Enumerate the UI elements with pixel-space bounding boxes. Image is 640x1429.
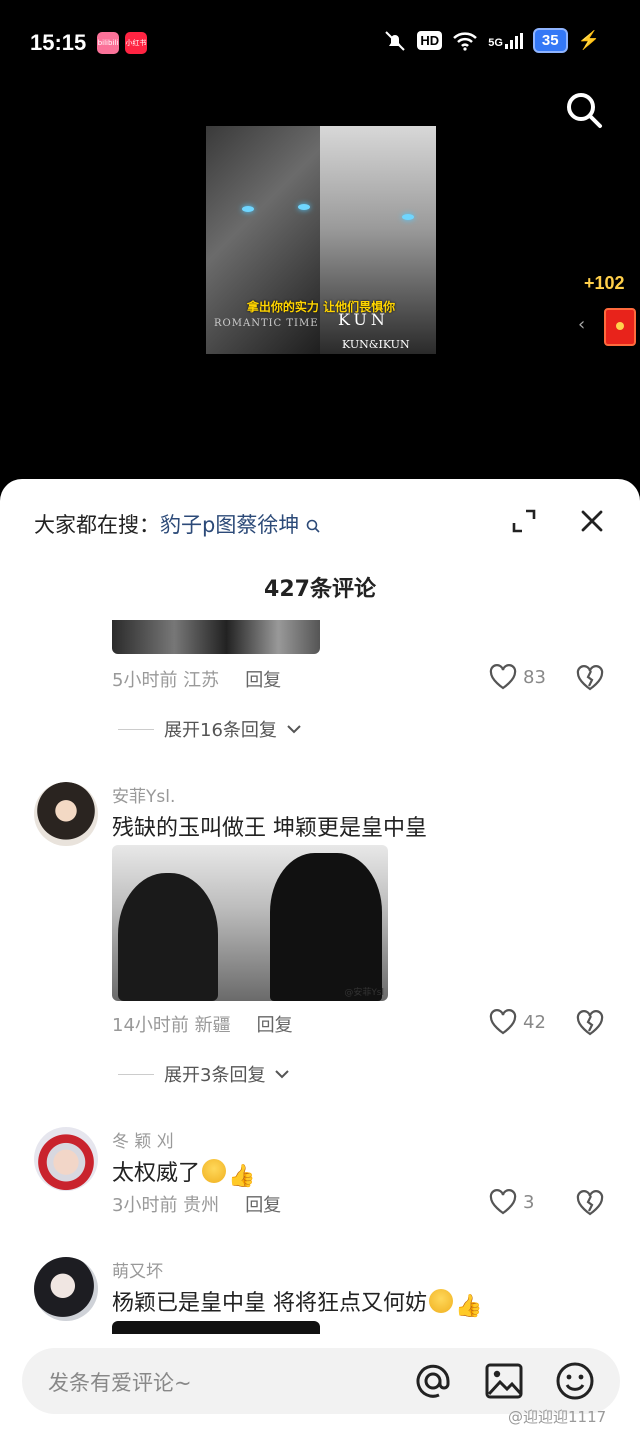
comment-text: 杨颖已是皇中皇 将将狂点又何妨 👍 — [112, 1285, 482, 1319]
comment-time-location: 14小时前 新疆 — [112, 1015, 231, 1036]
reply-button[interactable]: 回复 — [245, 1195, 281, 1216]
divider-line — [118, 728, 154, 730]
eye-glow — [402, 214, 414, 220]
thumbs-up-emoji: 👍 — [455, 1294, 483, 1319]
comment-text: 太权威了 👍 — [112, 1155, 255, 1189]
status-time: 15:15 — [30, 30, 87, 55]
eye-glow — [298, 204, 310, 210]
comment-meta: 14小时前 新疆 回复 — [112, 1011, 293, 1037]
grinning-face-emoji — [429, 1289, 453, 1313]
comment-time-location: 5小时前 江苏 — [112, 670, 220, 691]
expand-replies-label: 展开16条回复 — [164, 720, 277, 741]
comment-image[interactable] — [112, 620, 320, 654]
chevron-down-icon — [287, 725, 301, 734]
avatar[interactable] — [34, 1127, 98, 1191]
reply-button[interactable]: 回复 — [245, 670, 281, 691]
comment-time-location: 3小时前 贵州 — [112, 1195, 220, 1216]
mention-icon[interactable] — [412, 1360, 454, 1402]
like-button[interactable]: 42 — [489, 1009, 546, 1035]
battery-indicator: 35 — [532, 28, 568, 53]
expand-icon[interactable] — [510, 507, 538, 535]
charging-bolt-icon: ⚡ — [577, 30, 600, 50]
trending-prefix: 大家都在搜： — [34, 513, 160, 537]
expand-replies-button[interactable]: 展开16条回复 — [118, 716, 301, 742]
image-figure — [270, 853, 382, 1001]
comment-meta: 5小时前 江苏 回复 — [112, 666, 281, 692]
emoji-picker-icon[interactable] — [554, 1360, 596, 1402]
comment-username[interactable]: 萌又坏 — [112, 1257, 163, 1282]
like-count: 83 — [523, 666, 546, 688]
comment-image[interactable]: @安菲Ysl — [112, 845, 388, 1001]
wifi-icon — [453, 31, 478, 51]
chevron-left-icon[interactable]: ‹ — [578, 314, 585, 335]
weibo-watermark: @迎迎迎1117 — [508, 1408, 607, 1426]
like-count: 42 — [523, 1011, 546, 1033]
divider-line — [118, 1073, 154, 1075]
broken-heart-icon[interactable] — [576, 1189, 604, 1217]
trending-search[interactable]: 大家都在搜：豹子p图蔡徐坤 — [34, 509, 320, 539]
video-right-subtext: KUN&IKUN — [342, 338, 410, 351]
comment-list[interactable]: 5小时前 江苏 回复 83 展开16条回复 安菲Ysl. 残缺的玉叫做王 坤颖更是… — [0, 620, 640, 1334]
thumbs-up-emoji: 👍 — [228, 1164, 256, 1189]
close-icon[interactable] — [578, 507, 606, 535]
crying-face-emoji — [202, 1159, 227, 1183]
expand-replies-label: 展开3条回复 — [164, 1065, 266, 1086]
heart-icon — [489, 1189, 517, 1215]
like-count: 3 — [523, 1191, 535, 1213]
comment-input[interactable]: 发条有爱评论~ — [22, 1348, 620, 1414]
reply-button[interactable]: 回复 — [257, 1015, 293, 1036]
hd-icon: HD — [417, 31, 443, 50]
comment-username[interactable]: 冬 颖 刈 — [112, 1127, 174, 1152]
heart-icon — [489, 664, 517, 690]
search-icon[interactable] — [564, 90, 604, 130]
chevron-down-icon — [275, 1070, 290, 1079]
status-bar: 15:15 bilibili 小红书 HD 5G 35 ⚡ — [0, 0, 640, 86]
eye-glow — [242, 206, 254, 212]
video-frame[interactable]: 拿出你的实力 让他们畏惧你 ROMANTIC TIME KUN KUN&IKUN — [206, 126, 436, 354]
image-figure — [118, 873, 218, 1001]
red-packet-icon[interactable] — [604, 308, 636, 346]
signal-icon — [504, 32, 523, 49]
like-button[interactable]: 83 — [489, 664, 546, 690]
mute-bell-icon — [385, 30, 406, 51]
comment-text-body: 太权威了 — [112, 1161, 201, 1186]
search-icon — [306, 519, 320, 533]
heart-icon — [489, 1009, 517, 1035]
bilibili-app-icon: bilibili — [97, 32, 119, 54]
broken-heart-icon[interactable] — [576, 1009, 604, 1037]
avatar[interactable] — [34, 1257, 98, 1321]
video-caption: 拿出你的实力 让他们畏惧你 — [246, 300, 396, 314]
reward-amount: +102 — [584, 273, 625, 293]
network-type-label: 5G — [488, 36, 503, 49]
comment-text: 残缺的玉叫做王 坤颖更是皇中皇 — [112, 816, 427, 841]
xiaohongshu-app-icon: 小红书 — [125, 32, 147, 54]
like-button[interactable]: 3 — [489, 1189, 534, 1215]
comment-input-placeholder: 发条有爱评论~ — [48, 1371, 192, 1395]
video-right-text: KUN — [338, 310, 389, 329]
comment-sheet: 大家都在搜：豹子p图蔡徐坤 427条评论 5小时前 江苏 回复 83 展开16条回… — [0, 479, 640, 1429]
comment-text-body: 杨颖已是皇中皇 将将狂点又何妨 — [112, 1291, 427, 1316]
comment-image[interactable] — [112, 1321, 320, 1334]
comment-meta: 3小时前 贵州 回复 — [112, 1191, 281, 1217]
comment-count-title: 427条评论 — [264, 577, 376, 602]
image-picker-icon[interactable] — [483, 1360, 525, 1402]
expand-replies-button[interactable]: 展开3条回复 — [118, 1061, 290, 1087]
image-watermark: @安菲Ysl — [344, 988, 384, 998]
trending-keyword[interactable]: 豹子p图蔡徐坤 — [160, 513, 299, 537]
broken-heart-icon[interactable] — [576, 664, 604, 692]
comment-username[interactable]: 安菲Ysl. — [112, 782, 175, 807]
avatar[interactable] — [34, 782, 98, 846]
video-left-text: ROMANTIC TIME — [214, 318, 319, 329]
